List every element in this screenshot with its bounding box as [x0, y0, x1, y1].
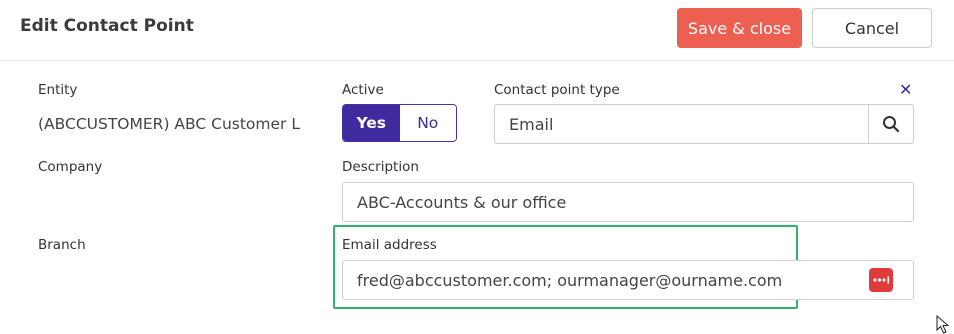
description-input[interactable]: ABC-Accounts & our office: [342, 182, 914, 222]
contact-point-type-label: Contact point type: [494, 82, 620, 98]
active-yes-option[interactable]: Yes: [343, 105, 400, 141]
email-address-input[interactable]: fred@abccustomer.com; ourmanager@ourname…: [342, 260, 914, 300]
password-manager-icon[interactable]: [869, 268, 893, 292]
clear-icon[interactable]: ✕: [899, 80, 912, 99]
dialog-title: Edit Contact Point: [20, 16, 194, 36]
entity-label: Entity: [38, 82, 78, 98]
entity-value: (ABCCUSTOMER) ABC Customer L: [38, 115, 300, 133]
active-no-option[interactable]: No: [399, 105, 456, 141]
search-icon: [883, 116, 900, 133]
contact-point-type-field[interactable]: Email: [494, 104, 869, 144]
company-label: Company: [38, 159, 103, 175]
email-address-label: Email address: [342, 237, 437, 253]
cancel-button[interactable]: Cancel: [812, 8, 932, 48]
active-toggle[interactable]: Yes No: [342, 104, 457, 142]
active-label: Active: [342, 82, 384, 98]
search-button[interactable]: [868, 104, 914, 144]
save-close-button[interactable]: Save & close: [677, 8, 802, 48]
description-label: Description: [342, 159, 419, 175]
branch-label: Branch: [38, 237, 86, 253]
mouse-cursor-icon: [936, 315, 950, 334]
